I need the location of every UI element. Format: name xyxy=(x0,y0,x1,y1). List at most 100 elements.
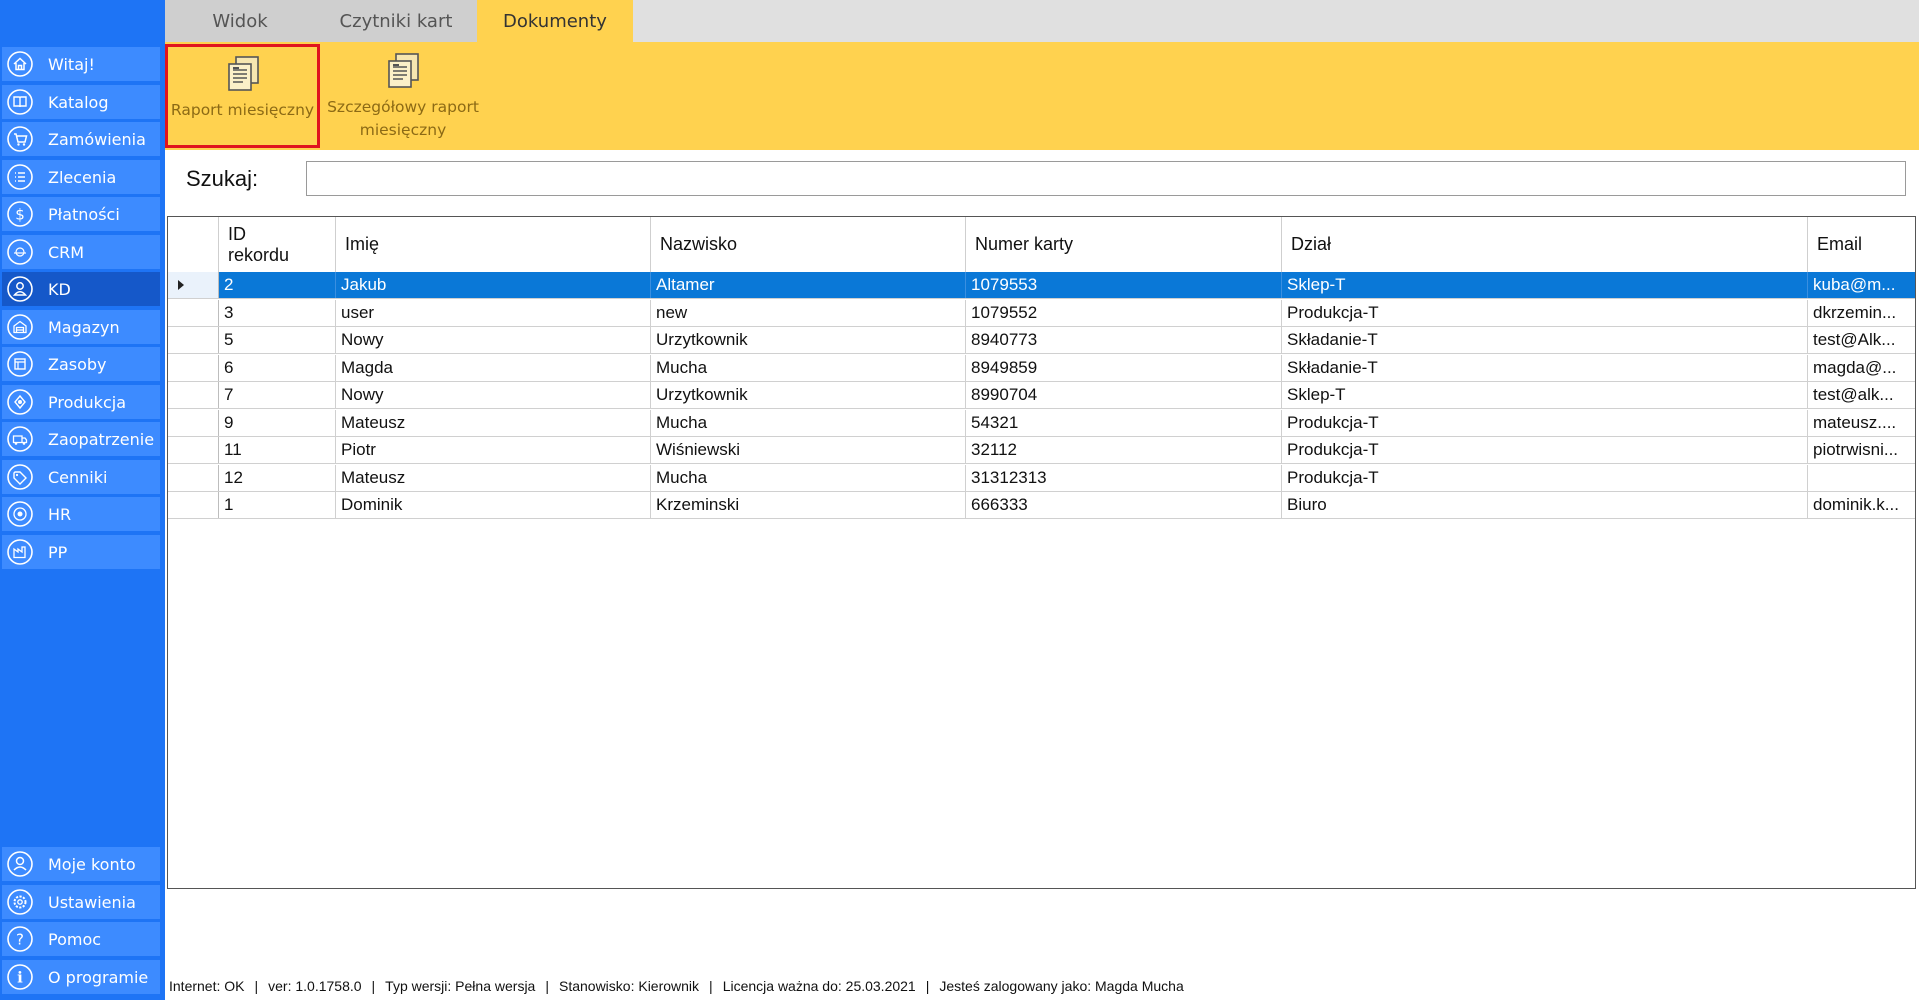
sidebar-item-zamowienia[interactable]: Zamówienia xyxy=(2,122,160,156)
cell-id: 1 xyxy=(219,492,336,518)
hr-icon xyxy=(6,500,34,528)
cell-numer-karty: 32112 xyxy=(966,437,1282,463)
sidebar-item-label: Płatności xyxy=(48,204,120,224)
cell-id: 9 xyxy=(219,409,336,436)
svg-text:i: i xyxy=(17,969,23,987)
sidebar-item-witaj[interactable]: Witaj! xyxy=(2,47,160,81)
table-row[interactable]: 1 Dominik Krzeminski 666333 Biuro dominik.k..… xyxy=(168,492,1915,519)
dollar-icon: $ xyxy=(6,200,34,228)
table-row[interactable]: 7 Nowy Urzytkownik 8990704 Sklep-T test@alk..… xyxy=(168,382,1915,409)
row-header[interactable] xyxy=(168,437,219,463)
sidebar-item-zasoby[interactable]: Zasoby xyxy=(2,347,160,381)
cell-email: test@Alk... xyxy=(1813,330,1896,349)
column-header-dzial[interactable]: Dział xyxy=(1282,217,1808,272)
cell-nazwisko: Altamer xyxy=(651,272,966,298)
tab-label: Czytniki kart xyxy=(339,10,453,32)
table-row[interactable]: 11 Piotr Wiśniewski 32112 Produkcja-T piotrwi… xyxy=(168,437,1915,464)
table-row[interactable]: 3 user new 1079552 Produkcja-T dkrzemin... xyxy=(168,299,1915,327)
sidebar-item-crm[interactable]: CRM xyxy=(2,235,160,269)
table-row[interactable]: 2 Jakub Altamer 1079553 Sklep-T kuba@m... xyxy=(168,272,1915,299)
sidebar-item-pp[interactable]: PP xyxy=(2,535,160,569)
sidebar-item-zaopatrzenie[interactable]: Zaopatrzenie xyxy=(2,422,160,456)
cell-imie: Jakub xyxy=(336,272,651,298)
crm-icon xyxy=(6,238,34,266)
status-version: ver: 1.0.1758.0 xyxy=(268,978,362,994)
column-header-label: Nazwisko xyxy=(660,234,738,254)
factory-icon xyxy=(6,538,34,566)
sidebar-item-pomoc[interactable]: ? Pomoc xyxy=(2,922,160,956)
detailed-report-label-line1: Szczegółowy raport xyxy=(327,98,479,116)
sidebar-item-katalog[interactable]: Katalog xyxy=(2,85,160,119)
sidebar-item-hr[interactable]: HR xyxy=(2,497,160,531)
status-internet: Internet: OK xyxy=(169,978,245,994)
cell-numer-karty: 1079552 xyxy=(966,299,1282,326)
cell-email: test@alk... xyxy=(1813,385,1894,404)
detailed-monthly-report-button[interactable]: Szczegółowy raport miesięczny xyxy=(323,44,483,148)
row-header[interactable] xyxy=(168,492,219,518)
row-header[interactable] xyxy=(168,299,219,326)
sidebar-item-platnosci[interactable]: $ Płatności xyxy=(2,197,160,231)
sidebar-item-moje-konto[interactable]: Moje konto xyxy=(2,847,160,881)
column-header-numer-karty[interactable]: Numer karty xyxy=(966,217,1282,272)
sidebar-item-zlecenia[interactable]: Zlecenia xyxy=(2,160,160,194)
document-report-icon xyxy=(227,56,259,91)
row-header-corner xyxy=(168,217,219,272)
tab-widok[interactable]: Widok xyxy=(165,0,315,42)
sidebar-item-label: Zaopatrzenie xyxy=(48,429,155,449)
column-header-email[interactable]: Email xyxy=(1808,217,1915,272)
monthly-report-button[interactable]: Raport miesięczny xyxy=(165,44,320,148)
table-row[interactable]: 6 Magda Mucha 8949859 Składanie-T magda@... xyxy=(168,354,1915,382)
tab-dokumenty[interactable]: Dokumenty xyxy=(477,0,633,42)
monthly-report-label: Raport miesięczny xyxy=(170,101,315,119)
cell-imie: Nowy xyxy=(336,327,651,353)
table-row[interactable]: 9 Mateusz Mucha 54321 Produkcja-T mateusz.... xyxy=(168,409,1915,437)
warehouse-icon xyxy=(6,313,34,341)
sidebar-item-label: CRM xyxy=(48,242,85,262)
row-header[interactable] xyxy=(168,327,219,353)
cell-dzial: Sklep-T xyxy=(1282,382,1808,408)
column-header-label: Imię xyxy=(345,234,380,254)
sidebar-item-kd[interactable]: KD xyxy=(2,272,160,306)
cell-numer-karty: 8949859 xyxy=(966,354,1282,381)
tab-bar: Widok Czytniki kart Dokumenty xyxy=(165,0,1919,42)
sidebar-item-cenniki[interactable]: Cenniki xyxy=(2,460,160,494)
row-header[interactable] xyxy=(168,272,219,298)
sidebar-item-label: Witaj! xyxy=(48,54,95,74)
book-icon xyxy=(6,88,34,116)
search-input[interactable] xyxy=(306,161,1906,196)
sidebar-item-label: Zlecenia xyxy=(48,167,117,187)
sidebar-item-ustawienia[interactable]: Ustawienia xyxy=(2,885,160,919)
cell-id: 12 xyxy=(219,464,336,491)
sidebar-item-label: O programie xyxy=(48,967,149,987)
tab-label: Widok xyxy=(212,10,268,32)
row-header[interactable] xyxy=(168,409,219,436)
sidebar-item-o-programie[interactable]: i O programie xyxy=(2,960,160,994)
column-header-label: Numer karty xyxy=(975,234,1074,254)
table-row[interactable]: 12 Mateusz Mucha 31312313 Produkcja-T xyxy=(168,464,1915,492)
sidebar: Witaj! Katalog Zamówienia Zlecenia $ Pła… xyxy=(0,0,165,1000)
tab-czytniki-kart[interactable]: Czytniki kart xyxy=(315,0,477,42)
row-header[interactable] xyxy=(168,382,219,408)
info-icon: i xyxy=(6,963,34,991)
column-header-id[interactable]: ID rekordu xyxy=(219,217,336,272)
search-label: Szukaj: xyxy=(186,166,259,191)
row-header[interactable] xyxy=(168,464,219,491)
cell-numer-karty: 54321 xyxy=(966,409,1282,436)
table-row[interactable]: 5 Nowy Urzytkownik 8940773 Składanie-T test@A… xyxy=(168,327,1915,354)
column-header-id-line2: rekordu xyxy=(228,244,290,265)
sidebar-item-label: PP xyxy=(48,542,68,562)
cell-nazwisko: Mucha xyxy=(651,464,966,491)
cell-email: dominik.k... xyxy=(1813,495,1899,514)
row-header[interactable] xyxy=(168,354,219,381)
cell-nazwisko: Mucha xyxy=(651,409,966,436)
sidebar-item-magazyn[interactable]: Magazyn xyxy=(2,310,160,344)
cell-id: 3 xyxy=(219,299,336,326)
sidebar-item-produkcja[interactable]: Produkcja xyxy=(2,385,160,419)
column-header-imie[interactable]: Imię xyxy=(336,217,651,272)
status-user: Jesteś zalogowany jako: Magda Mucha xyxy=(939,978,1184,994)
home-icon xyxy=(6,50,34,78)
svg-text:$: $ xyxy=(15,206,25,224)
column-header-nazwisko[interactable]: Nazwisko xyxy=(651,217,966,272)
tab-label: Dokumenty xyxy=(503,10,607,32)
cell-imie: user xyxy=(336,299,651,326)
